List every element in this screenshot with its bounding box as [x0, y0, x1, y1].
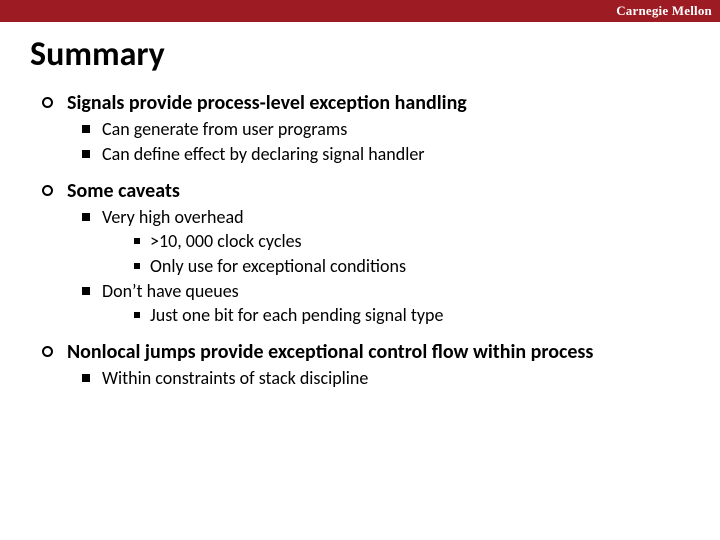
- bullet-text: Can generate from user programs: [102, 118, 347, 141]
- bullet-text: Don’t have queues: [102, 280, 239, 303]
- bullet-text: Only use for exceptional conditions: [150, 255, 406, 278]
- circle-bullet-icon: [42, 97, 53, 108]
- bullet-text: Signals provide process-level exception …: [67, 91, 467, 116]
- circle-bullet-icon: [42, 346, 53, 357]
- list-item: Nonlocal jumps provide exceptional contr…: [42, 340, 690, 365]
- top-bar: Carnegie Mellon: [0, 0, 720, 22]
- brand-label: Carnegie Mellon: [616, 3, 712, 19]
- bullet-text: >10, 000 clock cycles: [150, 230, 302, 253]
- list-item: Can generate from user programs: [82, 118, 690, 141]
- slide: Carnegie Mellon Summary Signals provide …: [0, 0, 720, 540]
- slide-content: Signals provide process-level exception …: [0, 91, 720, 390]
- square-bullet-icon: [134, 263, 140, 269]
- list-item: Some caveats: [42, 179, 690, 204]
- bullet-text: Very high overhead: [102, 206, 244, 229]
- square-bullet-icon: [134, 238, 140, 244]
- list-item: Just one bit for each pending signal typ…: [134, 304, 690, 327]
- square-bullet-icon: [82, 287, 90, 295]
- list-item: Can define effect by declaring signal ha…: [82, 143, 690, 166]
- square-bullet-icon: [82, 150, 90, 158]
- bullet-text: Within constraints of stack discipline: [102, 367, 368, 390]
- list-item: Within constraints of stack discipline: [82, 367, 690, 390]
- slide-title: Summary: [0, 22, 720, 85]
- list-item: Signals provide process-level exception …: [42, 91, 690, 116]
- square-bullet-icon: [82, 374, 90, 382]
- list-item: Only use for exceptional conditions: [134, 255, 690, 278]
- square-bullet-icon: [82, 213, 90, 221]
- list-item: >10, 000 clock cycles: [134, 230, 690, 253]
- bullet-text: Just one bit for each pending signal typ…: [150, 304, 443, 327]
- bullet-text: Can define effect by declaring signal ha…: [102, 143, 425, 166]
- square-bullet-icon: [82, 125, 90, 133]
- list-item: Don’t have queues: [82, 280, 690, 303]
- circle-bullet-icon: [42, 185, 53, 196]
- bullet-text: Nonlocal jumps provide exceptional contr…: [67, 340, 593, 365]
- bullet-text: Some caveats: [67, 179, 180, 204]
- square-bullet-icon: [134, 312, 140, 318]
- list-item: Very high overhead: [82, 206, 690, 229]
